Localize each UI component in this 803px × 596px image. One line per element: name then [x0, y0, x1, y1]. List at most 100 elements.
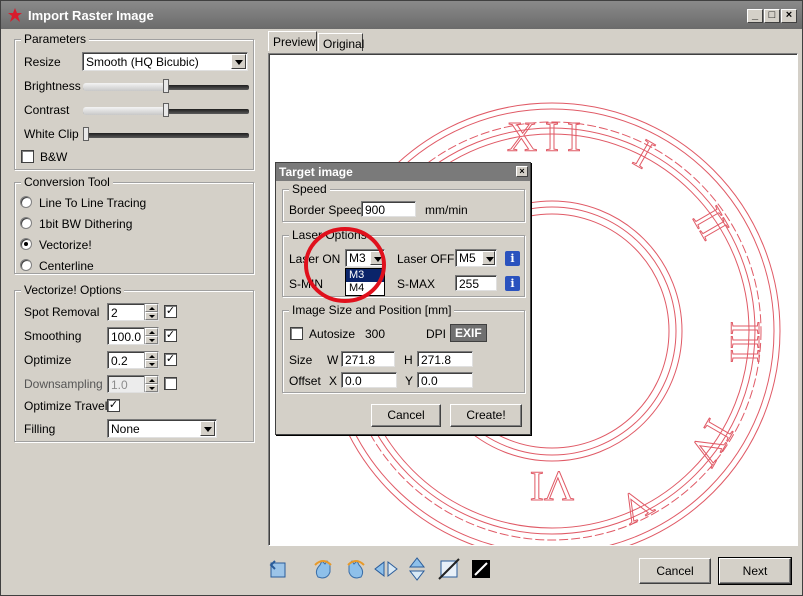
tab-original-label: Original	[323, 37, 365, 51]
dialog-title-bar[interactable]: Target image ×	[276, 163, 530, 181]
option-vectorize: Vectorize!	[39, 238, 92, 252]
conversion-title: Conversion Tool	[21, 175, 113, 189]
radio-line-tracing[interactable]	[20, 196, 32, 208]
offset-y-input[interactable]: 0.0	[417, 372, 473, 388]
border-speed-unit: mm/min	[425, 203, 468, 217]
downsampling-checkbox[interactable]	[164, 377, 177, 390]
brightness-thumb[interactable]	[163, 79, 169, 93]
width-input[interactable]: 271.8	[341, 351, 395, 367]
rotate-icon[interactable]	[265, 555, 293, 583]
chevron-down-icon[interactable]	[200, 421, 215, 436]
offset-x-input[interactable]: 0.0	[341, 372, 397, 388]
option-line-tracing: Line To Line Tracing	[39, 196, 147, 210]
smoothing-label: Smoothing	[24, 329, 82, 343]
cancel-button[interactable]: Cancel	[639, 558, 711, 584]
spot-removal-input[interactable]: 2	[107, 303, 159, 321]
laser-off-value: M5	[459, 251, 476, 265]
radio-centerline[interactable]	[20, 259, 32, 271]
laser-off-select[interactable]: M5	[455, 249, 497, 267]
smoothing-input[interactable]: 100.0	[107, 327, 159, 345]
smoothing-value: 100.0	[111, 330, 142, 344]
resize-select[interactable]: Smooth (HQ Bicubic)	[82, 52, 248, 71]
title-bar[interactable]: Import Raster Image _ □ ×	[1, 1, 802, 29]
dialog-title: Target image	[279, 165, 353, 179]
laser-off-info-icon[interactable]: i	[505, 251, 520, 266]
maximize-button[interactable]: □	[764, 9, 780, 23]
laser-off-label: Laser OFF	[397, 252, 455, 266]
bw-label: B&W	[40, 150, 68, 164]
minimize-button[interactable]: _	[747, 9, 763, 23]
smax-info-icon[interactable]: i	[505, 276, 520, 291]
close-button[interactable]: ×	[781, 9, 797, 23]
spot-removal-value: 2	[111, 306, 118, 320]
optimize-stepper[interactable]	[144, 352, 158, 368]
resize-label: Resize	[24, 55, 61, 69]
contrast-fill	[83, 107, 165, 115]
hand-left-icon[interactable]	[310, 555, 338, 583]
svg-text:III: III	[721, 321, 767, 363]
dialog-close-icon[interactable]: ×	[516, 166, 528, 177]
contrast-thumb[interactable]	[163, 103, 169, 117]
filling-select[interactable]: None	[107, 419, 217, 438]
offset-y-value: 0.0	[421, 374, 438, 388]
downsampling-value: 1.0	[111, 378, 128, 392]
brightness-fill	[83, 83, 165, 91]
width-value: 271.8	[345, 353, 376, 367]
smoothing-stepper[interactable]	[144, 328, 158, 344]
annotation-circle	[304, 227, 386, 303]
tab-preview-label: Preview	[273, 35, 316, 49]
height-label: H	[404, 353, 413, 367]
spot-removal-stepper[interactable]	[144, 304, 158, 320]
svg-text:I: I	[626, 131, 661, 178]
option-bw-dithering: 1bit BW Dithering	[39, 217, 133, 231]
downsampling-label: Downsampling	[24, 377, 103, 391]
next-button[interactable]: Next	[718, 557, 792, 585]
height-value: 271.8	[421, 353, 452, 367]
optimize-checkbox[interactable]: ✓	[164, 353, 177, 366]
optimize-input[interactable]: 0.2	[107, 351, 159, 369]
height-input[interactable]: 271.8	[417, 351, 473, 367]
create-button[interactable]: Create!	[450, 404, 522, 427]
crop-icon[interactable]	[435, 555, 463, 583]
svg-text:VI: VI	[530, 462, 574, 508]
border-speed-value: 900	[365, 203, 386, 217]
app-logo-icon	[8, 8, 22, 22]
svg-text:V: V	[611, 478, 660, 533]
svg-text:IV: IV	[679, 412, 741, 473]
chevron-down-icon[interactable]	[482, 251, 495, 265]
offset-x-value: 0.0	[345, 374, 362, 388]
flip-horizontal-icon[interactable]	[372, 555, 400, 583]
filling-label: Filling	[24, 422, 56, 436]
contrast-label: Contrast	[24, 103, 70, 117]
autosize-checkbox[interactable]	[290, 327, 303, 340]
hand-right-icon[interactable]	[341, 555, 369, 583]
optimize-travel-checkbox[interactable]: ✓	[107, 399, 120, 412]
tab-preview[interactable]: Preview	[268, 31, 317, 51]
bw-checkbox[interactable]	[21, 150, 34, 163]
exif-button[interactable]: EXIF	[450, 324, 487, 342]
svg-text:I: I	[567, 115, 581, 161]
radio-bw-dithering[interactable]	[20, 217, 32, 229]
svg-text:II: II	[683, 200, 737, 247]
whiteclip-track[interactable]	[83, 133, 249, 138]
optimize-label: Optimize	[24, 353, 72, 367]
downsampling-input[interactable]: 1.0	[107, 375, 159, 393]
radio-vectorize[interactable]	[20, 238, 32, 250]
chevron-down-icon[interactable]	[231, 54, 246, 69]
downsampling-stepper[interactable]	[144, 376, 158, 392]
y-label: Y	[405, 374, 414, 388]
parameters-title: Parameters	[21, 32, 90, 46]
smax-value: 255	[459, 277, 480, 291]
spot-removal-checkbox[interactable]: ✓	[164, 305, 177, 318]
size-label: Size	[289, 353, 313, 367]
whiteclip-thumb[interactable]	[83, 127, 89, 141]
smoothing-checkbox[interactable]: ✓	[164, 329, 177, 342]
invert-icon[interactable]	[467, 555, 495, 583]
autosize-label: Autosize	[309, 327, 356, 341]
border-speed-input[interactable]: 900	[361, 201, 416, 217]
dialog-cancel-button[interactable]: Cancel	[371, 404, 441, 427]
flip-vertical-icon[interactable]	[403, 555, 431, 583]
offset-label: Offset	[289, 374, 321, 388]
tab-original[interactable]: Original	[318, 33, 365, 51]
smax-input[interactable]: 255	[455, 275, 497, 291]
